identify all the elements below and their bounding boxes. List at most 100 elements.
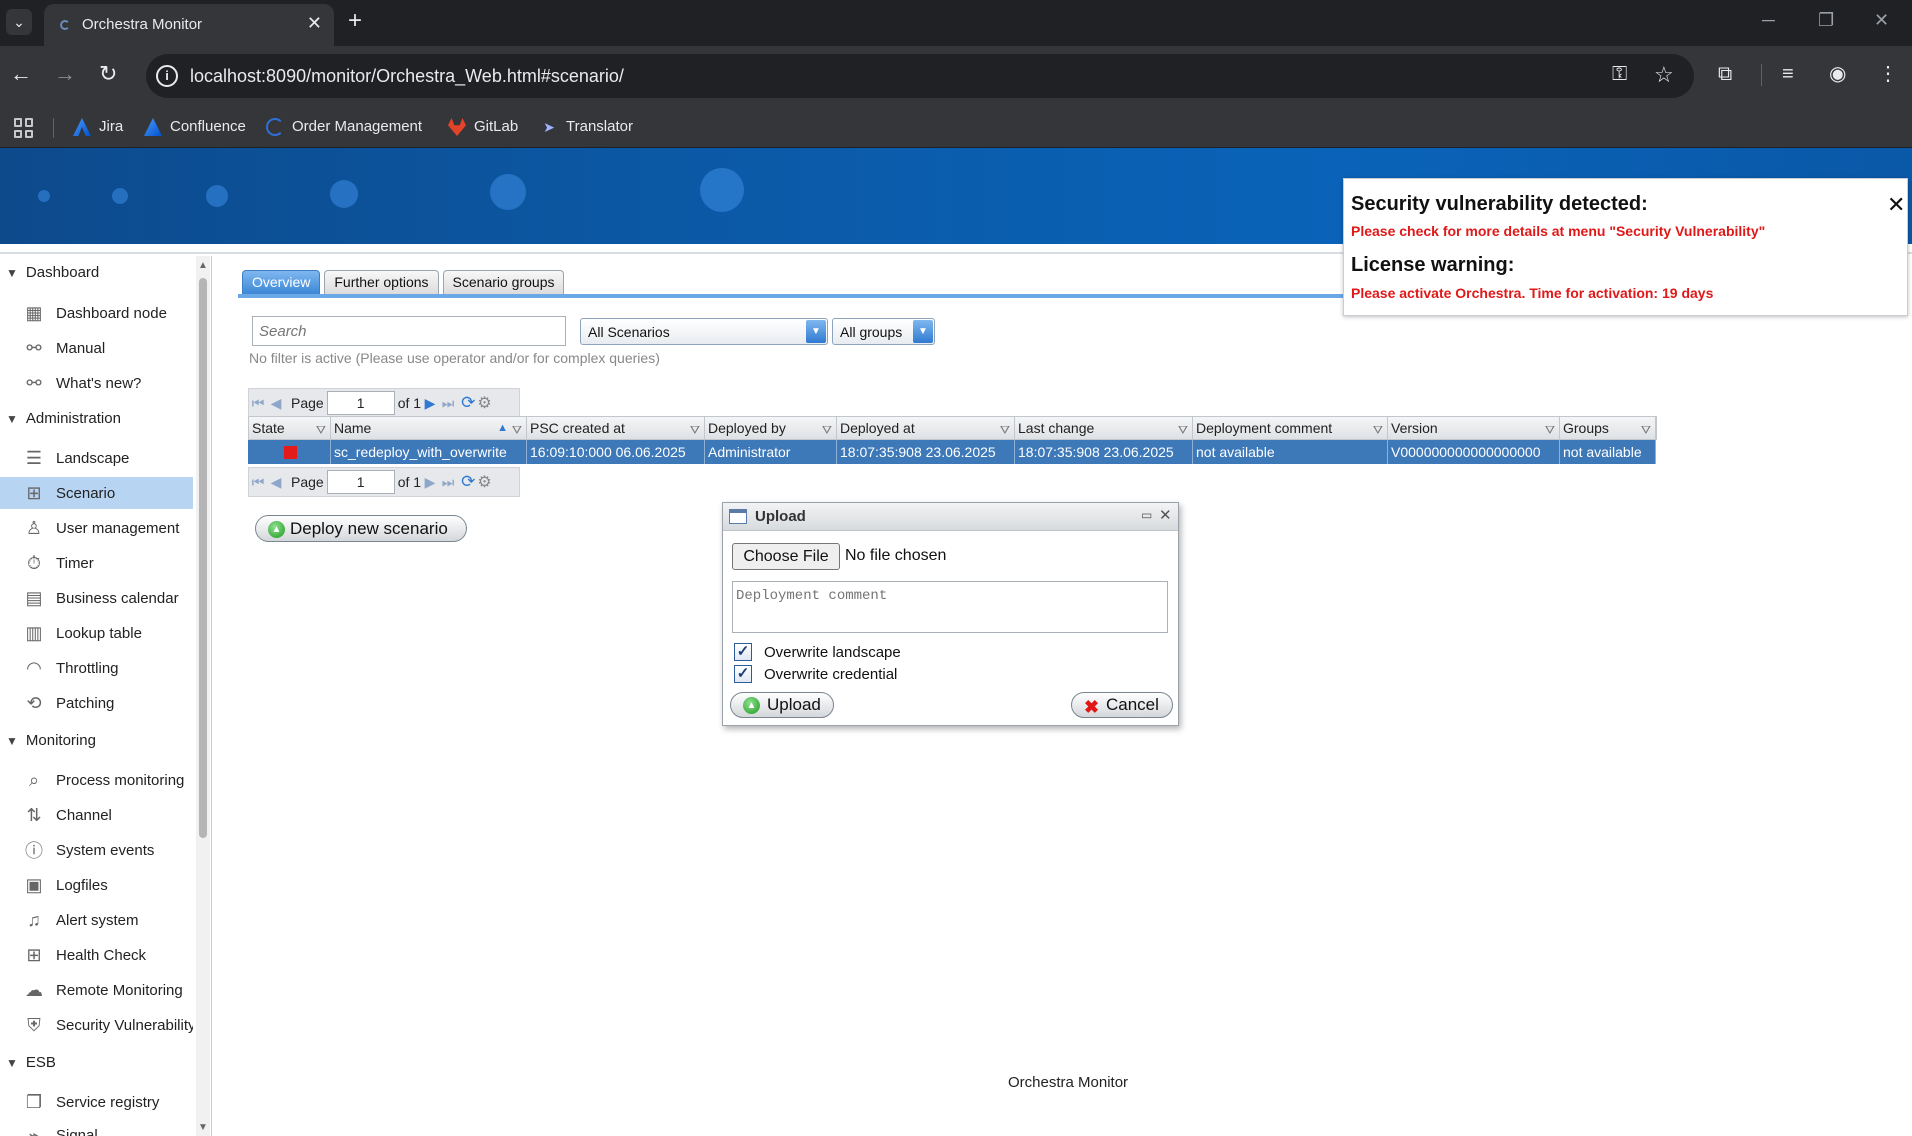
tab-close-icon[interactable]: ✕ [307,13,322,34]
tab-further-options[interactable]: Further options [324,270,439,294]
refresh-icon[interactable]: ⟳ [461,393,475,413]
last-page-icon[interactable]: ⏭ [439,474,457,491]
minimize-window-button[interactable]: ─ [1762,10,1775,31]
filter-funnel-icon[interactable]: ⛛ [1000,419,1010,439]
sidebar-scroll-thumb[interactable] [199,278,207,838]
sidebar-item-manual[interactable]: ⚯ Manual [0,332,193,364]
bookmark-gitlab[interactable]: GitLab [448,116,518,138]
first-page-icon[interactable]: ⏮ [249,395,267,412]
sidebar-item-remote-monitoring[interactable]: ☁ Remote Monitoring [0,974,193,1006]
first-page-icon[interactable]: ⏮ [249,474,267,491]
dropdown-arrow-icon[interactable]: ▼ [806,320,826,343]
previous-page-icon[interactable]: ◀ [267,395,285,412]
dialog-maximize-icon[interactable]: ▭ [1141,508,1152,522]
filter-funnel-icon[interactable]: ⛛ [1641,419,1651,439]
back-button[interactable]: ← [10,62,32,86]
dialog-title-bar[interactable]: Upload ▭ ✕ [723,503,1178,531]
column-header-deployment-comment[interactable]: Deployment comment ⛛ [1193,417,1388,439]
cancel-button[interactable]: ✖ Cancel [1071,692,1173,718]
overwrite-landscape-checkbox[interactable]: ✓ Overwrite landscape [734,643,901,661]
scenario-filter-select[interactable]: All Scenarios ▼ [580,318,828,345]
bookmark-translator[interactable]: ➤ Translator [540,116,633,138]
dropdown-arrow-icon[interactable]: ▼ [913,320,933,343]
column-header-deployed-at[interactable]: Deployed at ⛛ [837,417,1015,439]
profile-icon[interactable]: ◉ [1829,62,1846,86]
refresh-icon[interactable]: ⟳ [461,472,475,492]
sidebar-item-security-vulnerability[interactable]: ⛨ Security Vulnerability [0,1009,193,1041]
extensions-icon[interactable]: ⧉ [1718,62,1732,86]
column-header-deployed-by[interactable]: Deployed by ⛛ [705,417,837,439]
bookmark-star-icon[interactable]: ☆ [1654,62,1674,88]
checkmark-icon[interactable]: ✓ [734,665,752,683]
sidebar-item-system-events[interactable]: ⓘ System events [0,834,193,866]
sidebar-scrollbar[interactable]: ▲ ▼ [196,256,210,1136]
overwrite-credential-checkbox[interactable]: ✓ Overwrite credential [734,665,897,683]
scroll-down-arrow-icon[interactable]: ▼ [198,1122,208,1133]
sort-ascending-icon[interactable]: ▲ [497,417,508,439]
reload-button[interactable]: ↻ [99,62,117,86]
url-text[interactable]: localhost:8090/monitor/Orchestra_Web.htm… [190,66,624,87]
nav-group-monitoring[interactable]: ▼ Monitoring [6,732,96,749]
sidebar-item-alert-system[interactable]: ♫ Alert system [0,904,193,936]
nav-group-esb[interactable]: ▼ ESB [6,1054,56,1071]
sidebar-item-throttling[interactable]: ◠ Throttling [0,652,193,684]
gear-icon[interactable]: ⚙ [477,472,491,492]
notification-close-icon[interactable]: ✕ [1887,194,1905,216]
sidebar-item-landscape[interactable]: ☰ Landscape [0,442,193,474]
sidebar-item-business-calendar[interactable]: ▤ Business calendar [0,582,193,614]
gear-icon[interactable]: ⚙ [477,393,491,413]
page-number-input[interactable]: 1 [326,391,395,415]
nav-group-dashboard[interactable]: ▼ Dashboard [6,264,99,281]
sidebar-item-channel[interactable]: ⇅ Channel [0,799,193,831]
close-window-button[interactable]: ✕ [1874,10,1889,31]
table-row[interactable]: sc_redeploy_with_overwrite 16:09:10:000 … [248,440,1656,464]
checkmark-icon[interactable]: ✓ [734,643,752,661]
sidebar-item-user-management[interactable]: ♙ User management [0,512,193,544]
bookmark-jira[interactable]: Jira [73,116,123,138]
filter-funnel-icon[interactable]: ⛛ [1178,419,1188,439]
site-info-icon[interactable]: i [156,65,178,87]
dialog-close-icon[interactable]: ✕ [1159,506,1172,524]
tab-overview[interactable]: Overview [242,270,321,294]
sidebar-item-patching[interactable]: ⟲ Patching [0,687,193,719]
sidebar-item-lookup-table[interactable]: ▥ Lookup table [0,617,193,649]
sidebar-item-health-check[interactable]: ⊞ Health Check [0,939,193,971]
next-page-icon[interactable]: ▶ [421,395,439,412]
upload-button[interactable]: ▲ Upload [730,692,834,718]
column-header-groups[interactable]: Groups ⛛ [1560,417,1656,439]
more-menu-icon[interactable]: ⋮ [1878,62,1898,86]
column-header-psc-created-at[interactable]: PSC created at ⛛ [527,417,705,439]
sidebar-item-whats-new[interactable]: ⚯ What's new? [0,367,193,399]
apps-grid-icon[interactable] [14,118,34,138]
filter-funnel-icon[interactable]: ⛛ [822,419,832,439]
password-key-icon[interactable]: ⚿ [1612,63,1627,86]
media-controls-icon[interactable]: ≡ [1782,62,1794,86]
sidebar-item-timer[interactable]: ⏱ Timer [0,547,193,579]
new-tab-button[interactable]: + [348,8,362,34]
deployment-comment-textarea[interactable] [732,581,1168,633]
sidebar-item-dashboard-node[interactable]: ▦ Dashboard node [0,297,193,329]
deploy-new-scenario-button[interactable]: ▲ Deploy new scenario [255,515,467,542]
address-bar[interactable]: i localhost:8090/monitor/Orchestra_Web.h… [146,54,1694,98]
sidebar-item-process-monitoring[interactable]: ⌕ Process monitoring [0,764,193,796]
column-header-last-change[interactable]: Last change ⛛ [1015,417,1193,439]
filter-funnel-icon[interactable]: ⛛ [512,419,522,439]
browser-tab-active[interactable]: Orchestra Monitor ✕ [44,4,334,46]
restore-window-button[interactable]: ❐ [1818,10,1834,31]
last-page-icon[interactable]: ⏭ [439,395,457,412]
column-header-version[interactable]: Version ⛛ [1388,417,1560,439]
nav-group-administration[interactable]: ▼ Administration [6,410,121,427]
bookmark-confluence[interactable]: Confluence [144,116,246,138]
next-page-icon[interactable]: ▶ [421,474,439,491]
previous-page-icon[interactable]: ◀ [267,474,285,491]
tab-scenario-groups[interactable]: Scenario groups [442,270,565,294]
filter-funnel-icon[interactable]: ⛛ [1545,419,1555,439]
forward-button[interactable]: → [54,62,76,86]
sidebar-item-service-registry[interactable]: ❐ Service registry [0,1086,193,1118]
scroll-up-arrow-icon[interactable]: ▲ [198,260,208,271]
sidebar-item-signal[interactable]: ⌁ Signal [0,1119,193,1136]
filter-funnel-icon[interactable]: ⛛ [316,419,326,439]
filter-funnel-icon[interactable]: ⛛ [690,419,700,439]
sidebar-item-logfiles[interactable]: ▣ Logfiles [0,869,193,901]
tab-search-button[interactable]: ⌄ [6,9,32,35]
